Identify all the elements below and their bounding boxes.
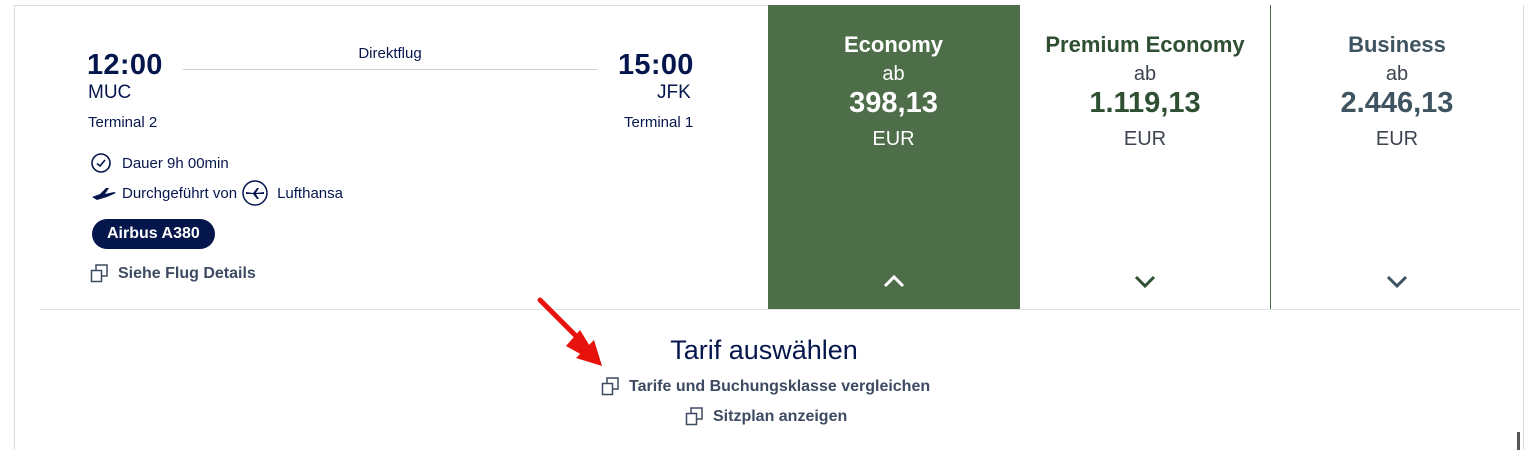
seatmap-label: Sitzplan anzeigen [713,407,848,425]
external-window-icon [90,264,108,283]
fare-price: 2.446,13 [1340,87,1454,119]
departure-airport: MUC [88,82,132,103]
arrival-terminal: Terminal 1 [624,114,694,131]
flight-details-link[interactable]: Siehe Flug Details [90,264,256,283]
operated-by-row: Durchgeführt von Lufthansa [90,179,343,207]
fare-currency: EUR [1123,128,1167,150]
route-line [183,69,597,70]
arrival-time: 15:00 [618,49,694,81]
compare-fares-label: Tarife und Buchungsklasse vergleichen [629,377,931,395]
fare-name: Business [1348,32,1446,57]
arrival-airport: JFK [657,82,691,103]
fare-premium-economy[interactable]: Premium Economy ab 1.119,13 EUR [1019,5,1271,309]
flight-details-label: Siehe Flug Details [118,264,256,282]
duration-text: Dauer 9h 00min [122,154,229,172]
chevron-up-icon [883,274,904,288]
fare-price: 398,13 [849,87,938,119]
fare-currency: EUR [1375,128,1419,150]
operated-by-label: Durchgeführt von [122,184,238,202]
airline-name: Lufthansa [277,184,343,202]
chevron-down-icon [1386,275,1408,289]
fare-from-label: ab [1133,63,1157,85]
fare-economy[interactable]: Economy ab 398,13 EUR [768,5,1019,309]
tariff-title: Tarif auswählen [670,335,858,365]
fare-from-label: ab [882,63,905,85]
fare-currency: EUR [872,128,915,150]
flight-type-label: Direktflug [358,45,422,62]
external-window-icon [601,377,619,396]
fare-name: Economy [843,32,944,57]
fare-price: 1.119,13 [1089,87,1201,119]
fare-name: Premium Economy [1045,32,1245,57]
aircraft-badge: Airbus A380 [92,219,215,249]
clock-icon [91,153,111,173]
duration-row: Dauer 9h 00min [90,152,229,174]
annotation-arrow-icon [537,297,602,366]
departure-terminal: Terminal 2 [88,114,158,131]
airplane-icon [92,188,116,200]
departure-time: 12:00 [87,49,163,81]
external-window-icon [685,407,703,426]
lufthansa-logo-icon [242,180,268,206]
section-divider [40,309,1520,310]
seatmap-link[interactable]: Sitzplan anzeigen [685,407,847,426]
scrollbar[interactable] [1517,432,1520,450]
fare-business[interactable]: Business ab 2.446,13 EUR [1271,5,1523,309]
fare-from-label: ab [1385,63,1409,85]
chevron-down-icon [1134,275,1156,289]
compare-fares-link[interactable]: Tarife und Buchungsklasse vergleichen [601,377,930,396]
